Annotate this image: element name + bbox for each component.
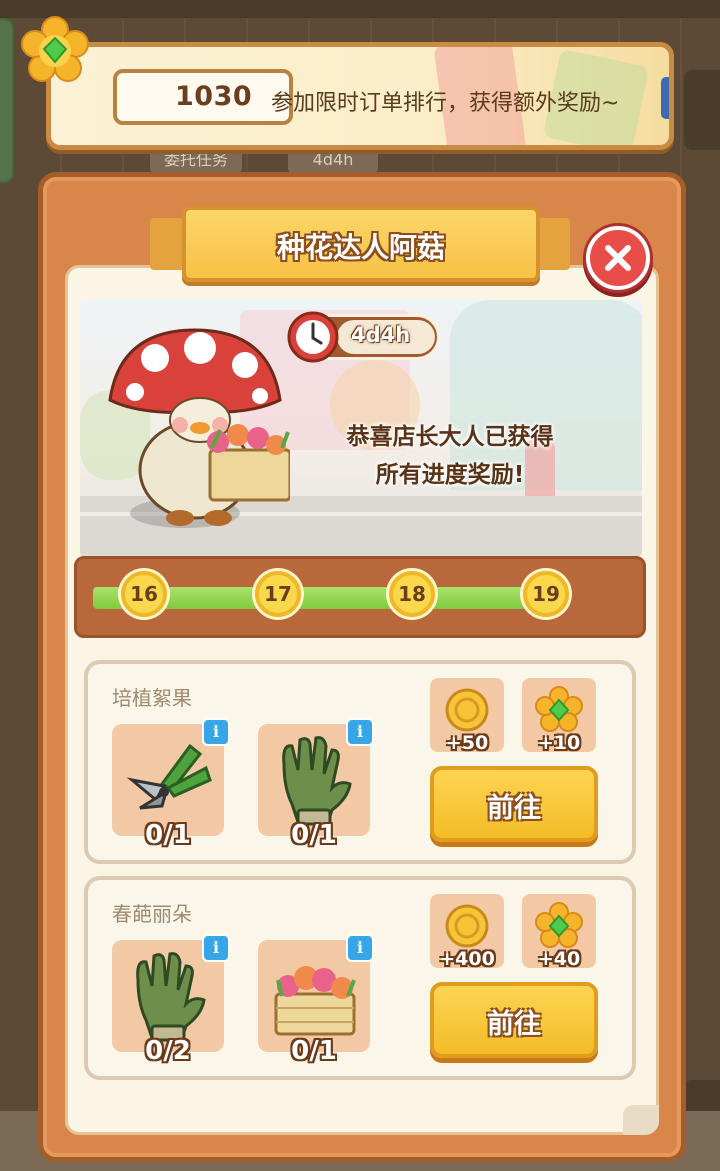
task-title: 培植絮果 [112, 686, 192, 710]
milestone-badge: 19 [523, 571, 569, 617]
progress-track: 16 17 18 19 [74, 556, 646, 638]
item-count: 0/1 [291, 820, 337, 850]
reward-amount: +50 [445, 732, 489, 754]
info-icon: i [356, 722, 364, 741]
go-button-label: 前往 [487, 1009, 541, 1040]
info-button[interactable]: i [202, 934, 230, 962]
info-button[interactable]: i [346, 934, 374, 962]
clock-icon [287, 311, 339, 363]
go-button[interactable]: 前往 [430, 982, 598, 1058]
info-button[interactable]: i [202, 718, 230, 746]
go-button-label: 前往 [487, 793, 541, 824]
reward-amount: +40 [537, 948, 581, 970]
banner-decoration [661, 77, 669, 119]
info-icon: i [212, 938, 220, 957]
milestone-badge: 18 [389, 571, 435, 617]
reward-amount: +400 [439, 948, 495, 970]
event-banner[interactable]: 1030 参加限时订单排行，获得额外奖励~ [46, 42, 674, 150]
completion-message: 恭喜店长大人已获得 所有进度奖励! [300, 418, 600, 494]
completion-message-line: 恭喜店长大人已获得 [346, 424, 554, 450]
bg-side-item [684, 70, 720, 150]
bg-tab-timer: 4d4h [288, 146, 378, 174]
reward-slot: +50 [430, 678, 504, 754]
close-icon [605, 245, 631, 271]
page-fold-corner [623, 1105, 659, 1135]
info-icon: i [356, 938, 364, 957]
task-title: 春葩丽朵 [112, 902, 192, 926]
item-count: 0/1 [145, 820, 191, 850]
info-button[interactable]: i [346, 718, 374, 746]
milestone-badge: 17 [255, 571, 301, 617]
panel-title: 种花达人阿菇 [276, 231, 445, 264]
close-button[interactable] [586, 226, 650, 290]
go-button[interactable]: 前往 [430, 766, 598, 842]
title-ribbon: 种花达人阿菇 [182, 206, 540, 282]
bg-shelf [0, 0, 720, 18]
reward-slot: +40 [522, 894, 596, 970]
currency-value: 1030 [175, 81, 253, 112]
reward-amount: +10 [537, 732, 581, 754]
info-icon: i [212, 722, 220, 741]
banner-message: 参加限时订单排行，获得额外奖励~ [271, 91, 620, 116]
item-count: 0/2 [145, 1036, 191, 1066]
completion-message-line: 所有进度奖励! [375, 462, 525, 488]
bg-tab-entrust: 委托任务 [150, 146, 242, 174]
item-count: 0/1 [291, 1036, 337, 1066]
bg-side-button [0, 18, 14, 183]
timer-text: 4d4h [351, 323, 411, 347]
currency-display: 1030 [113, 69, 293, 125]
milestone-badge: 16 [121, 571, 167, 617]
reward-slot: +10 [522, 678, 596, 754]
flower-gem-icon [21, 16, 89, 82]
mushroom-character-icon [108, 328, 290, 526]
reward-slot: +400 [430, 894, 504, 970]
